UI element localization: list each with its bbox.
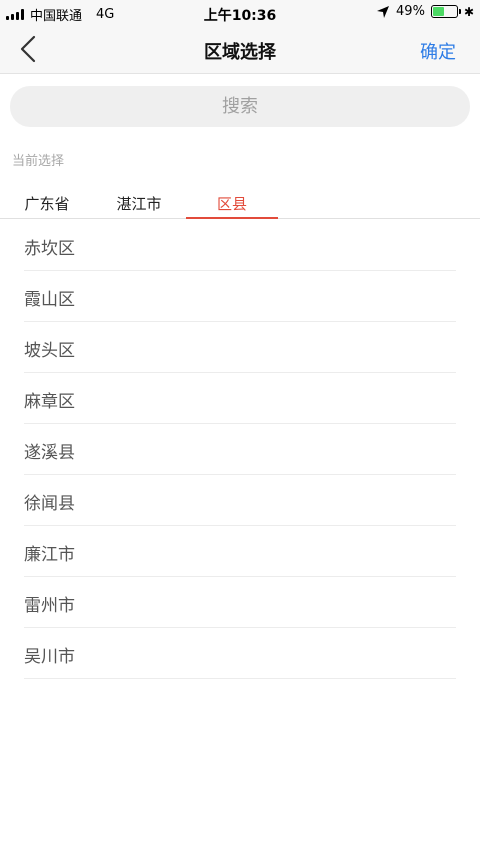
battery-level — [432, 7, 445, 16]
tab-city[interactable]: 湛江市 — [104, 186, 174, 219]
list-item[interactable]: 坡头区 — [24, 322, 456, 373]
region-tabs: 广东省 湛江市 区县 — [0, 186, 480, 219]
page-title: 区域选择 — [204, 42, 276, 63]
list-item[interactable]: 霞山区 — [24, 271, 456, 322]
status-right: 49% ✱ — [376, 4, 474, 19]
battery-icon — [430, 5, 461, 18]
battery-tip — [458, 9, 461, 14]
app-screen: 中国联通 4G 上午10:36 49% ✱ 区域选择 确定 当前选择 — [0, 0, 480, 852]
confirm-button[interactable]: 确定 — [420, 38, 456, 64]
chevron-left-icon — [20, 35, 36, 63]
tab-province[interactable]: 广东省 — [12, 186, 82, 219]
status-bar: 中国联通 4G 上午10:36 49% ✱ — [0, 0, 480, 26]
list-item[interactable]: 吴川市 — [24, 628, 456, 679]
list-item[interactable]: 廉江市 — [24, 526, 456, 577]
back-button[interactable] — [14, 34, 44, 64]
search-input[interactable] — [10, 86, 470, 127]
tab-district[interactable]: 区县 — [186, 186, 278, 219]
battery-percent: 49% — [396, 4, 425, 19]
nav-bar: 区域选择 确定 — [0, 26, 480, 74]
list-item[interactable]: 徐闻县 — [24, 475, 456, 526]
list-item[interactable]: 雷州市 — [24, 577, 456, 628]
list-item[interactable]: 赤坎区 — [24, 220, 456, 271]
list-item[interactable]: 麻章区 — [24, 373, 456, 424]
district-list: 赤坎区 霞山区 坡头区 麻章区 遂溪县 徐闻县 廉江市 雷州市 吴川市 — [24, 220, 456, 679]
current-selection-label: 当前选择 — [12, 154, 65, 169]
search-bar — [10, 86, 470, 127]
location-arrow-icon — [377, 5, 390, 18]
list-item[interactable]: 遂溪县 — [24, 424, 456, 475]
bluetooth-icon: ✱ — [463, 4, 474, 19]
